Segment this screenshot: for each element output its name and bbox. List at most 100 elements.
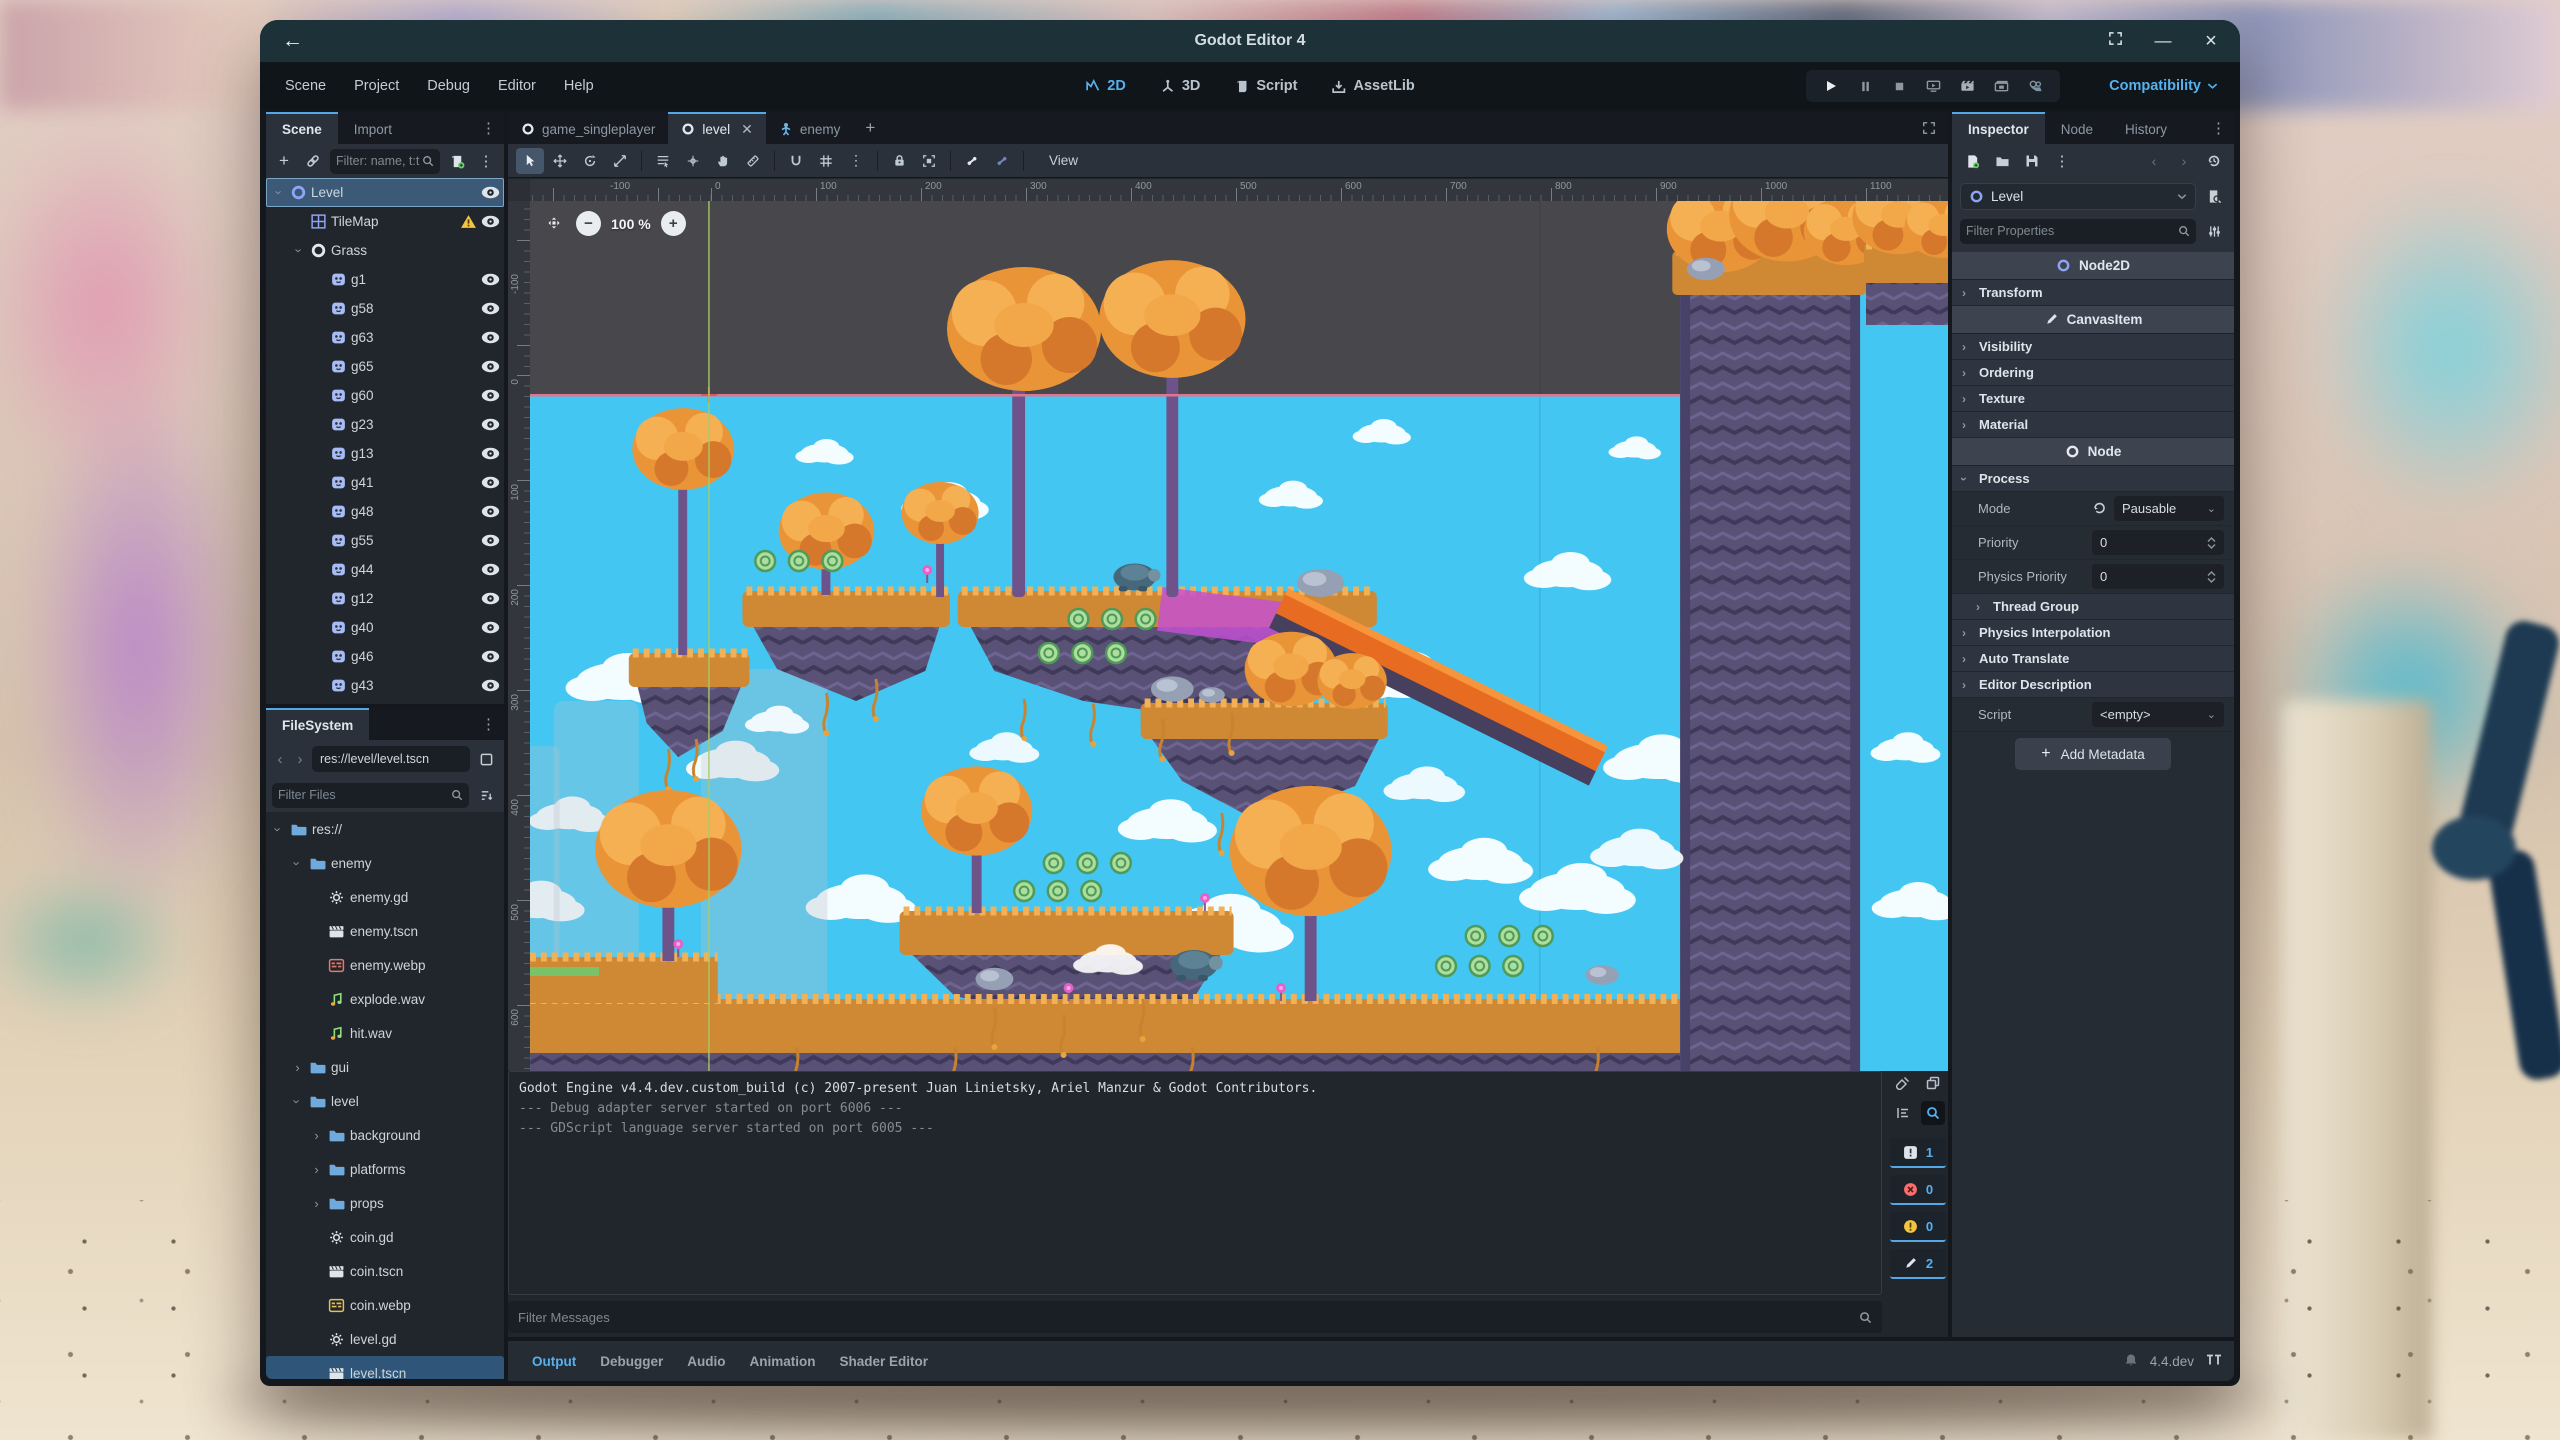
- add-metadata-button[interactable]: + Add Metadata: [2015, 738, 2170, 770]
- file-level[interactable]: › level: [266, 1084, 504, 1118]
- bone-button[interactable]: [958, 148, 986, 174]
- load-resource-icon[interactable]: [1990, 149, 2014, 173]
- scene-node-g60[interactable]: g60: [266, 381, 504, 410]
- visibility-toggle[interactable]: [481, 534, 500, 547]
- lock-button[interactable]: [885, 148, 913, 174]
- file-explode.wav[interactable]: explode.wav: [266, 982, 504, 1016]
- ruler-tool[interactable]: [739, 148, 767, 174]
- nav-forward-icon[interactable]: ›: [292, 751, 308, 768]
- node-selector[interactable]: Level: [1960, 183, 2196, 210]
- expander-icon[interactable]: ›: [272, 822, 285, 837]
- center-view-icon[interactable]: [544, 213, 566, 235]
- menu-scene[interactable]: Scene: [274, 73, 337, 99]
- close-tab-icon[interactable]: ✕: [741, 121, 753, 138]
- file-background[interactable]: › background: [266, 1118, 504, 1152]
- visibility-toggle[interactable]: [481, 563, 500, 576]
- zoom-in-button[interactable]: +: [661, 211, 686, 236]
- clear-log-icon[interactable]: [1891, 1071, 1915, 1095]
- errors-filter-toggle[interactable]: 0: [1890, 1175, 1946, 1205]
- snap-options-menu[interactable]: ⋮: [842, 148, 870, 174]
- scene-node-g1[interactable]: g1: [266, 265, 504, 294]
- scene-node-g65[interactable]: g65: [266, 352, 504, 381]
- pivot-tool[interactable]: [679, 148, 707, 174]
- group-visibility[interactable]: ›Visibility: [1952, 334, 2234, 360]
- menu-editor[interactable]: Editor: [487, 73, 547, 99]
- scene-tab-enemy[interactable]: enemy: [766, 112, 854, 144]
- bottom-tab-animation[interactable]: Animation: [738, 1348, 828, 1375]
- visibility-toggle[interactable]: [481, 418, 500, 431]
- collapse-duplicates-icon[interactable]: [1891, 1101, 1915, 1125]
- copy-log-icon[interactable]: [1921, 1071, 1945, 1095]
- scene-node-g58[interactable]: g58: [266, 294, 504, 323]
- workspace-tab-3d[interactable]: 3D: [1148, 73, 1213, 99]
- scene-node-g23[interactable]: g23: [266, 410, 504, 439]
- file-props[interactable]: › props: [266, 1186, 504, 1220]
- edited-filter-toggle[interactable]: 2: [1890, 1249, 1946, 1279]
- menu-project[interactable]: Project: [343, 73, 410, 99]
- scene-node-g46[interactable]: g46: [266, 642, 504, 671]
- group-auto-translate[interactable]: ›Auto Translate: [1952, 646, 2234, 672]
- visibility-toggle[interactable]: [481, 360, 500, 373]
- workspace-tab-2d[interactable]: 2D: [1073, 73, 1138, 99]
- expander-icon[interactable]: ›: [291, 1094, 304, 1109]
- visibility-toggle[interactable]: [481, 592, 500, 605]
- object-history-icon[interactable]: [2202, 149, 2226, 173]
- tab-history[interactable]: History: [2109, 112, 2183, 144]
- file-coin.gd[interactable]: coin.gd: [266, 1220, 504, 1254]
- file-enemy.webp[interactable]: enemy.webp: [266, 948, 504, 982]
- history-back-icon[interactable]: ‹: [2142, 149, 2166, 173]
- save-resource-icon[interactable]: [2020, 149, 2044, 173]
- file-coin.webp[interactable]: coin.webp: [266, 1288, 504, 1322]
- scene-filter-input[interactable]: [336, 154, 422, 168]
- rotate-tool[interactable]: [576, 148, 604, 174]
- scene-tab-game_singleplayer[interactable]: game_singleplayer: [508, 112, 668, 144]
- revert-icon[interactable]: [2092, 501, 2108, 517]
- sort-files-icon[interactable]: [474, 783, 498, 807]
- file-level.gd[interactable]: level.gd: [266, 1322, 504, 1356]
- visibility-toggle[interactable]: [481, 331, 500, 344]
- minimize-icon[interactable]: —: [2152, 31, 2174, 51]
- scene-node-g63[interactable]: g63: [266, 323, 504, 352]
- scene-node-Grass[interactable]: › Grass: [266, 236, 504, 265]
- visibility-toggle[interactable]: [481, 447, 500, 460]
- play-custom-scene-button[interactable]: [1986, 74, 2016, 98]
- group-thread-group[interactable]: ›Thread Group: [1952, 594, 2234, 620]
- file-platforms[interactable]: › platforms: [266, 1152, 504, 1186]
- priority-spinbox[interactable]: 0: [2092, 530, 2224, 555]
- group-material[interactable]: ›Material: [1952, 412, 2234, 438]
- expander-icon[interactable]: ›: [291, 856, 304, 871]
- select-tool[interactable]: [516, 148, 544, 174]
- scene-node-TileMap[interactable]: TileMap: [266, 207, 504, 236]
- scale-tool[interactable]: [606, 148, 634, 174]
- back-arrow-icon[interactable]: ←: [282, 29, 316, 53]
- smart-snap-toggle[interactable]: [782, 148, 810, 174]
- visibility-toggle[interactable]: [481, 273, 500, 286]
- file-enemy.tscn[interactable]: enemy.tscn: [266, 914, 504, 948]
- scene-node-g48[interactable]: g48: [266, 497, 504, 526]
- warning-icon[interactable]: [460, 214, 477, 229]
- group-transform[interactable]: ›Transform: [1952, 280, 2234, 306]
- bottom-tab-output[interactable]: Output: [520, 1348, 588, 1375]
- filter-messages-input[interactable]: [518, 1310, 1859, 1325]
- current-path[interactable]: res://level/level.tscn: [312, 746, 470, 772]
- physics-priority-spinbox[interactable]: 0: [2092, 564, 2224, 589]
- file-res[interactable]: › res://: [266, 812, 504, 846]
- viewport-2d[interactable]: -100010020030040050060070080090010001100…: [508, 179, 1948, 1071]
- visibility-toggle[interactable]: [481, 621, 500, 634]
- file-hit.wav[interactable]: hit.wav: [266, 1016, 504, 1050]
- movie-maker-icon[interactable]: [2020, 74, 2050, 98]
- tab-filesystem[interactable]: FileSystem: [266, 708, 369, 740]
- add-node-button[interactable]: +: [272, 149, 296, 173]
- expander-icon[interactable]: ›: [310, 1162, 323, 1177]
- skeleton-options-menu[interactable]: [988, 148, 1016, 174]
- grid-snap-toggle[interactable]: [812, 148, 840, 174]
- file-enemy[interactable]: › enemy: [266, 846, 504, 880]
- group-physics-interpolation[interactable]: ›Physics Interpolation: [1952, 620, 2234, 646]
- tab-node[interactable]: Node: [2045, 112, 2109, 144]
- warnings-filter-toggle[interactable]: 0: [1890, 1212, 1946, 1242]
- history-forward-icon[interactable]: ›: [2172, 149, 2196, 173]
- group-button[interactable]: [915, 148, 943, 174]
- notifications-bell-icon[interactable]: [2124, 1353, 2138, 1370]
- stop-button[interactable]: [1884, 74, 1914, 98]
- expander-icon[interactable]: ›: [292, 243, 306, 258]
